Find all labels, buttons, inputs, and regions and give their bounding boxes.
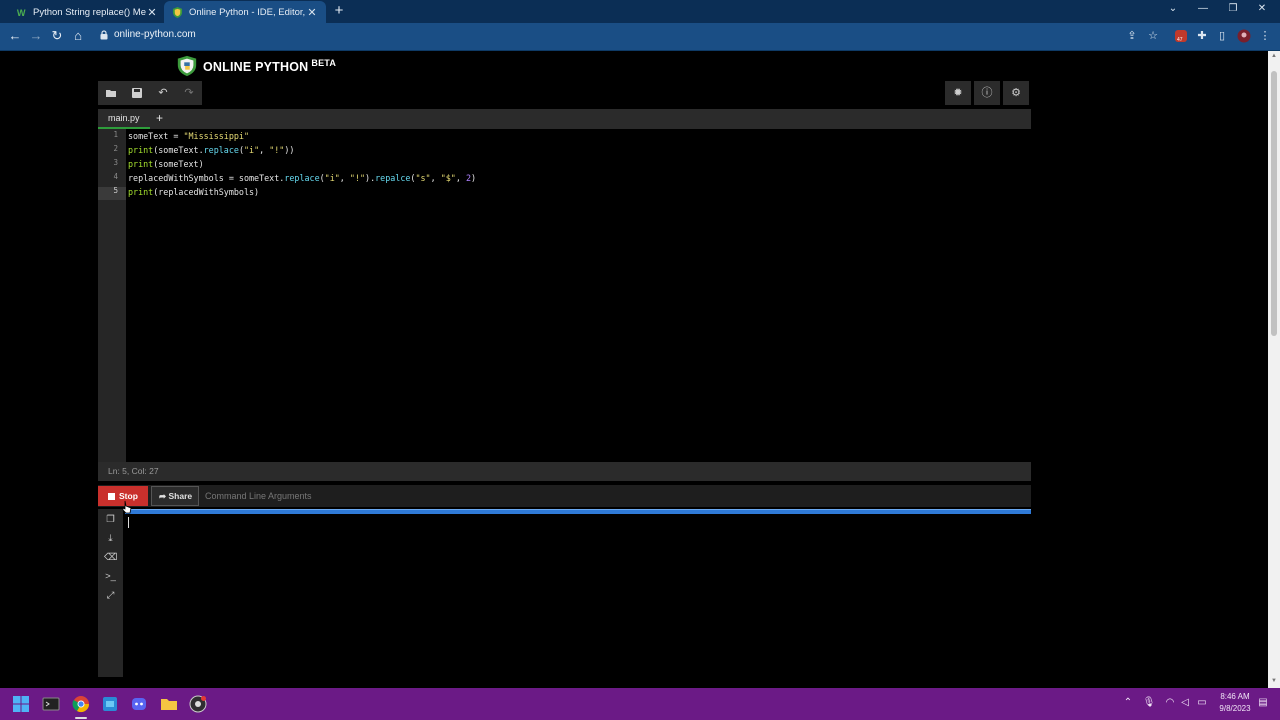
close-window-icon[interactable]: ✕ — [1254, 3, 1270, 14]
active-app-indicator — [75, 717, 87, 719]
page-content: ONLINE PYTHON BETA ↶ ↷ ✹ ⓘ ⚙ main.py + 1 … — [0, 51, 1268, 688]
command-line-arguments-input[interactable] — [205, 486, 505, 506]
profile-avatar[interactable] — [1237, 29, 1251, 43]
eraser-clear-icon[interactable]: ⌫ — [104, 551, 117, 564]
line-number: 4 — [113, 172, 118, 181]
run-bar: Stop ➦ Share — [98, 485, 1031, 507]
w3schools-favicon-icon: W — [16, 6, 27, 18]
site-title: ONLINE PYTHON BETA — [203, 57, 337, 75]
tab-close-icon[interactable]: ✕ — [306, 6, 318, 19]
bookmark-star-icon[interactable]: ☆ — [1146, 29, 1160, 43]
notifications-icon[interactable]: ▤ — [1256, 697, 1270, 708]
back-arrow-icon[interactable]: ← — [7, 28, 23, 44]
python-shield-logo-icon — [177, 55, 197, 77]
wifi-icon[interactable]: ◠ — [1163, 697, 1177, 708]
site-logo[interactable]: ONLINE PYTHON BETA — [176, 55, 336, 77]
volume-icon[interactable]: ◁ — [1178, 697, 1192, 708]
tab-title: Python String replace() Method — [33, 6, 146, 18]
page-scrollbar[interactable]: ▲ ▼ — [1268, 51, 1280, 688]
chrome-app-icon[interactable] — [72, 695, 90, 713]
console-output[interactable]: ❐ ⤓ ⌫ >_ ⤢ — [98, 509, 1031, 677]
code-line-2: print(someText.replace("i", "!")) — [128, 145, 295, 155]
tab-search-icon[interactable]: ⌄ — [1165, 3, 1181, 14]
battery-icon[interactable]: ▭ — [1195, 697, 1209, 708]
svg-text:47: 47 — [1177, 37, 1183, 43]
terminal-prompt-icon[interactable]: >_ — [104, 570, 117, 583]
windows-taskbar: ⌃ 🎙︎ ◠ ◁ ▭ 8:46 AM 9/8/2023 ▤ — [0, 688, 1280, 720]
extension-badge-icon[interactable]: 47 — [1174, 29, 1188, 43]
new-tab-button[interactable]: + — [332, 2, 346, 20]
download-icon[interactable]: ⤓ — [104, 532, 117, 545]
open-folder-icon[interactable] — [98, 81, 124, 105]
add-file-button[interactable]: + — [156, 109, 163, 128]
stop-square-icon — [108, 493, 115, 500]
clock-time: 8:46 AM — [1220, 692, 1250, 701]
url-text: online-python.com — [114, 29, 196, 40]
share-page-icon[interactable]: ⇪ — [1125, 29, 1139, 43]
browser-tab-python-string-replace[interactable]: W Python String replace() Method ✕ — [8, 1, 166, 23]
address-bar[interactable]: online-python.com — [100, 29, 196, 40]
line-number-gutter: 1 2 3 4 5 — [98, 129, 126, 462]
vscode-app-icon[interactable] — [101, 695, 119, 713]
ide-toolbar: ↶ ↷ ✹ ⓘ ⚙ — [98, 81, 1031, 107]
scroll-down-icon[interactable]: ▼ — [1270, 678, 1278, 684]
show-hidden-icons-chevron-icon[interactable]: ⌃ — [1121, 697, 1135, 708]
reload-icon[interactable]: ↻ — [49, 28, 65, 44]
obs-app-icon[interactable] — [189, 695, 207, 713]
code-line-3: print(someText) — [128, 159, 204, 169]
system-clock[interactable]: 8:46 AM 9/8/2023 — [1212, 691, 1258, 715]
browser-toolbar: ← → ↻ ⌂ online-python.com ⇪ ☆ 47 ✚ ▯ ⋮ — [0, 23, 1280, 51]
share-button[interactable]: ➦ Share — [151, 486, 199, 506]
forward-arrow-icon[interactable]: → — [28, 28, 44, 44]
browser-menu-icon[interactable]: ⋮ — [1258, 29, 1272, 43]
browser-tab-online-python[interactable]: Online Python - IDE, Editor, Comp ✕ — [164, 1, 326, 23]
file-tabs: main.py + — [98, 109, 1031, 129]
line-number: 2 — [113, 144, 118, 153]
tab-close-icon[interactable]: ✕ — [146, 6, 158, 19]
settings-gears-icon[interactable]: ⚙ — [1003, 81, 1029, 105]
minimize-window-icon[interactable]: — — [1195, 3, 1211, 14]
code-line-1: someText = "Mississippi" — [128, 131, 250, 141]
console-sidebar: ❐ ⤓ ⌫ >_ ⤢ — [98, 509, 123, 677]
side-panel-icon[interactable]: ▯ — [1215, 29, 1229, 43]
terminal-app-icon[interactable] — [42, 695, 60, 713]
windows-start-icon[interactable] — [12, 695, 30, 713]
scroll-up-icon[interactable]: ▲ — [1270, 53, 1278, 59]
execution-progress-bar — [125, 509, 1031, 514]
lock-icon — [100, 29, 108, 39]
expand-icon[interactable]: ⤢ — [104, 589, 117, 602]
mouse-pointer-icon — [122, 500, 132, 514]
extensions-puzzle-icon[interactable]: ✚ — [1195, 29, 1209, 43]
discord-app-icon[interactable] — [130, 695, 148, 713]
restore-window-icon[interactable]: ❐ — [1225, 3, 1241, 14]
beta-badge: BETA — [311, 57, 337, 68]
save-icon[interactable] — [124, 81, 150, 105]
copy-icon[interactable]: ❐ — [104, 513, 117, 526]
redo-icon[interactable]: ↷ — [176, 81, 202, 105]
code-line-4: replacedWithSymbols = someText.replace("… — [128, 173, 477, 183]
browser-tab-strip: W Python String replace() Method ✕ Onlin… — [0, 0, 1280, 23]
line-number: 5 — [113, 186, 118, 195]
code-editor[interactable]: 1 2 3 4 5 someText = "Mississippi" print… — [98, 129, 1031, 462]
cursor-position-status: Ln: 5, Col: 27 — [98, 462, 1031, 481]
home-icon[interactable]: ⌂ — [70, 28, 86, 44]
microphone-icon[interactable]: 🎙︎ — [1142, 697, 1156, 708]
undo-icon[interactable]: ↶ — [150, 81, 176, 105]
clock-date: 9/8/2023 — [1219, 704, 1251, 713]
file-tab-main-py[interactable]: main.py — [98, 109, 150, 129]
debug-bug-icon[interactable]: ✹ — [945, 81, 971, 105]
svg-text:W: W — [17, 8, 26, 18]
line-number: 3 — [113, 158, 118, 167]
code-line-5: print(replacedWithSymbols) — [128, 187, 260, 197]
info-icon[interactable]: ⓘ — [974, 81, 1000, 105]
file-explorer-icon[interactable] — [160, 695, 178, 713]
tab-title: Online Python - IDE, Editor, Comp — [189, 6, 306, 18]
console-text-caret — [128, 517, 129, 528]
online-python-favicon-icon — [172, 6, 183, 18]
line-number: 1 — [113, 130, 118, 139]
scrollbar-thumb[interactable] — [1271, 71, 1277, 336]
